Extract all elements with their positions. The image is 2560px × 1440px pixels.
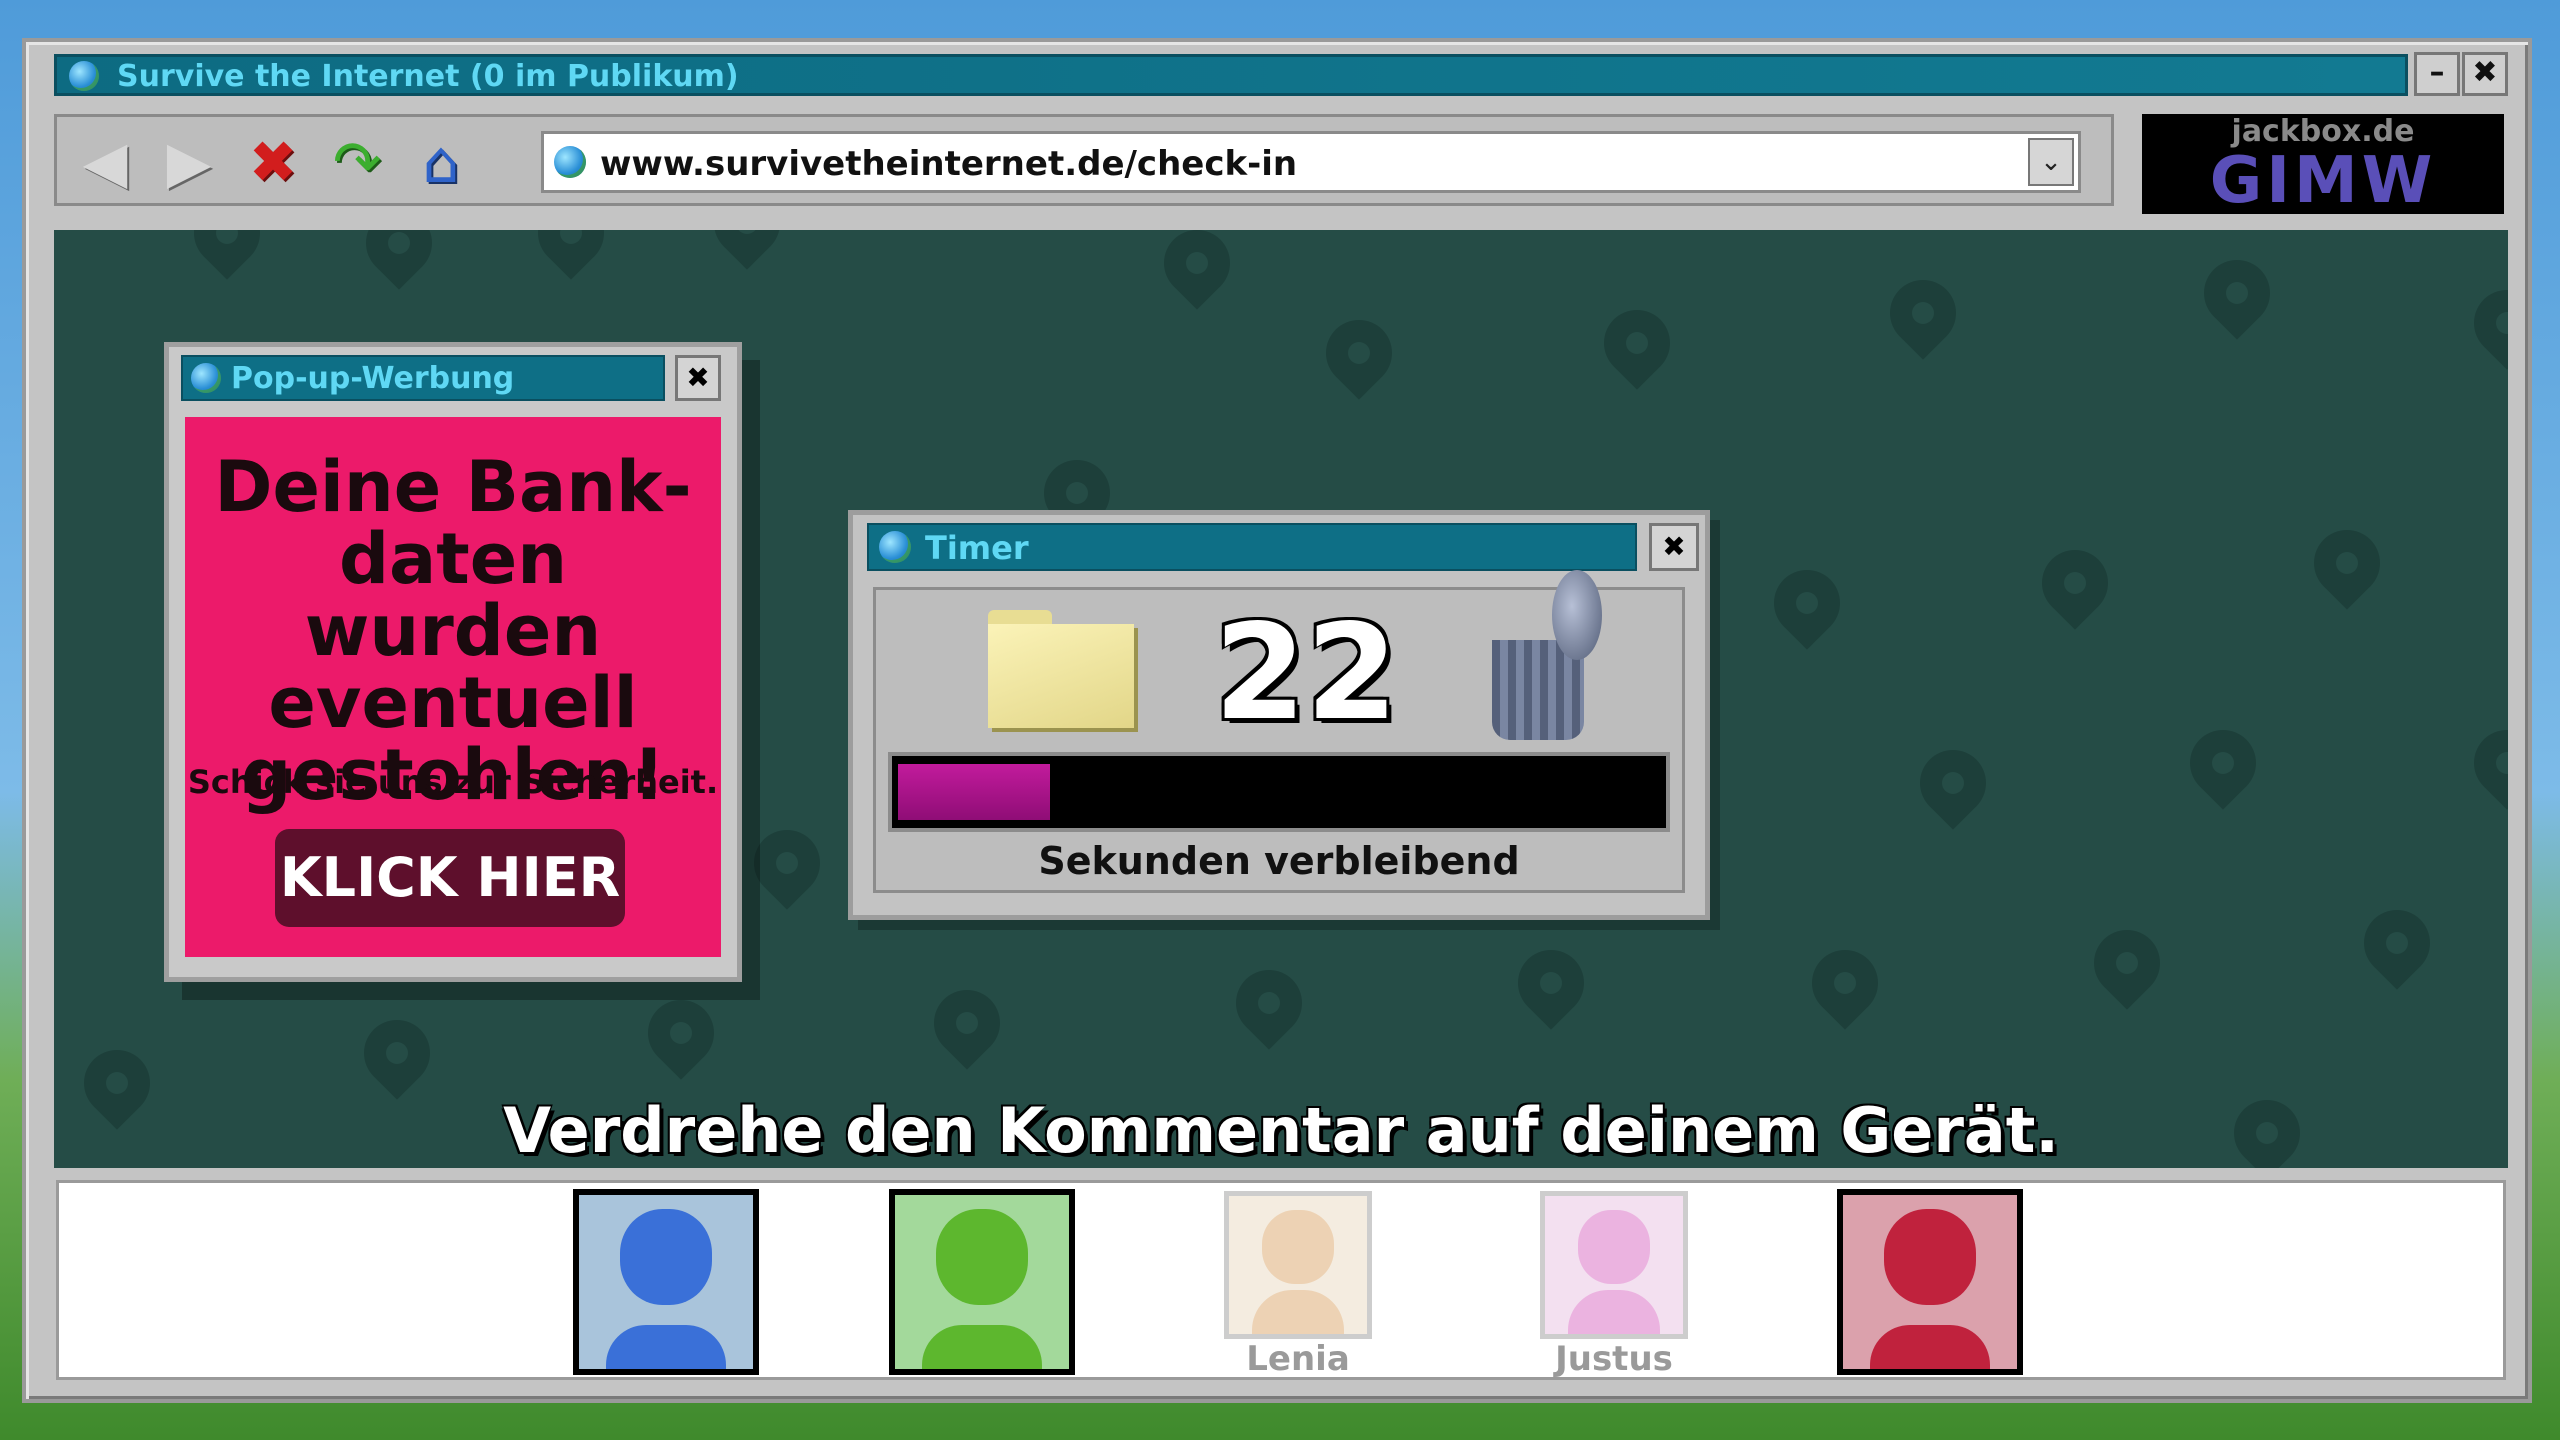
globe-icon [879, 531, 911, 563]
trash-can-icon [1486, 570, 1616, 740]
map-pin-icon [350, 1006, 444, 1100]
close-button[interactable]: ✖ [2462, 52, 2508, 96]
player-slot [889, 1189, 1075, 1375]
home-icon[interactable]: ⌂ [405, 129, 477, 195]
refresh-arrow-icon[interactable]: ↷ [321, 129, 393, 195]
player-name: Lenia [1246, 1339, 1350, 1379]
forward-arrow-icon[interactable]: ▶ [153, 129, 225, 195]
address-dropdown-button[interactable]: ⌄ [2028, 138, 2074, 186]
game-area: Pop-up-Werbung ✖ Deine Bank-daten wurden… [54, 230, 2508, 1168]
click-here-button[interactable]: KLICK HIER [275, 829, 625, 927]
timer-title: Timer [925, 529, 1029, 567]
player-slot [1837, 1189, 2023, 1375]
timer-seconds: 22 [1214, 596, 1398, 750]
popup-ad-window: Pop-up-Werbung ✖ Deine Bank-daten wurden… [164, 342, 742, 982]
globe-icon [554, 146, 586, 178]
address-bar[interactable]: www.survivetheinternet.de/check-in ⌄ [541, 131, 2081, 193]
popup-close-button[interactable]: ✖ [675, 355, 721, 401]
map-pin-icon [1150, 230, 1244, 310]
back-arrow-icon[interactable]: ◀ [69, 129, 141, 195]
map-pin-icon [2080, 916, 2174, 1010]
instruction-text: Verdrehe den Kommentar auf deinem Gerät. [503, 1094, 2059, 1167]
popup-ad-body: Deine Bank-daten wurden eventuell gestoh… [185, 417, 721, 957]
globe-icon [191, 363, 221, 393]
timer-progress-bar [888, 752, 1670, 832]
map-pin-icon [180, 230, 274, 280]
map-pin-icon [1222, 956, 1316, 1050]
browser-window: Survive the Internet (0 im Publikum) – ✖… [22, 38, 2532, 1403]
timer-caption: Sekunden verbleibend [1038, 839, 1520, 883]
popup-headline: Deine Bank-daten wurden eventuell gestoh… [214, 446, 692, 816]
map-pin-icon [2300, 516, 2394, 610]
url-text[interactable]: www.survivetheinternet.de/check-in [600, 142, 1297, 186]
player-slot: Lenia [1224, 1191, 1372, 1379]
title-bar[interactable]: Survive the Internet (0 im Publikum) [54, 54, 2408, 96]
map-pin-icon [2460, 276, 2508, 370]
player-name: Justus [1555, 1339, 1673, 1379]
map-pin-icon [2176, 716, 2270, 810]
popup-title-bar[interactable]: Pop-up-Werbung [181, 355, 665, 401]
map-pin-icon [2190, 246, 2284, 340]
minimize-button[interactable]: – [2414, 52, 2460, 96]
map-pin-icon [1504, 936, 1598, 1030]
browser-toolbar: ◀ ▶ ✖ ↷ ⌂ www.survivetheinternet.de/chec… [54, 114, 2114, 206]
player-avatar [889, 1189, 1075, 1375]
map-pin-icon [740, 816, 834, 910]
stop-x-icon[interactable]: ✖ [237, 129, 309, 195]
timer-progress-fill [898, 764, 1050, 820]
window-title: Survive the Internet (0 im Publikum) [117, 59, 739, 94]
player-avatar [1837, 1189, 2023, 1375]
player-avatar [573, 1189, 759, 1375]
map-pin-icon [352, 230, 446, 290]
map-pin-icon [634, 986, 728, 1080]
map-pin-icon [1590, 296, 1684, 390]
map-pin-icon [2028, 536, 2122, 630]
player-avatar [1540, 1191, 1688, 1339]
map-pin-icon [1798, 936, 1892, 1030]
folder-icon [988, 610, 1138, 728]
popup-title: Pop-up-Werbung [231, 361, 515, 396]
popup-subtext: Schick sie uns zur Sicherheit. [187, 763, 719, 801]
map-pin-icon [2460, 716, 2508, 810]
timer-close-button[interactable]: ✖ [1649, 523, 1699, 571]
map-pin-icon [1312, 306, 1406, 400]
map-pin-icon [700, 230, 794, 270]
player-bar: Lenia Justus [56, 1180, 2506, 1380]
player-slot [573, 1189, 759, 1375]
map-pin-icon [1876, 266, 1970, 360]
room-code-box: jackbox.de GIMW [2142, 114, 2504, 218]
map-pin-icon [920, 976, 1014, 1070]
timer-window: Timer ✖ 22 Sekunden verbleibend [848, 510, 1710, 920]
timer-title-bar[interactable]: Timer [867, 523, 1637, 571]
globe-icon [69, 61, 99, 91]
timer-panel: 22 Sekunden verbleibend [873, 570, 1685, 893]
map-pin-icon [2350, 896, 2444, 990]
map-pin-icon [1760, 556, 1854, 650]
player-slot: Justus [1540, 1191, 1688, 1379]
map-pin-icon [1906, 736, 2000, 830]
room-code: GIMW [2209, 144, 2437, 218]
player-avatar [1224, 1191, 1372, 1339]
map-pin-icon [524, 230, 618, 280]
